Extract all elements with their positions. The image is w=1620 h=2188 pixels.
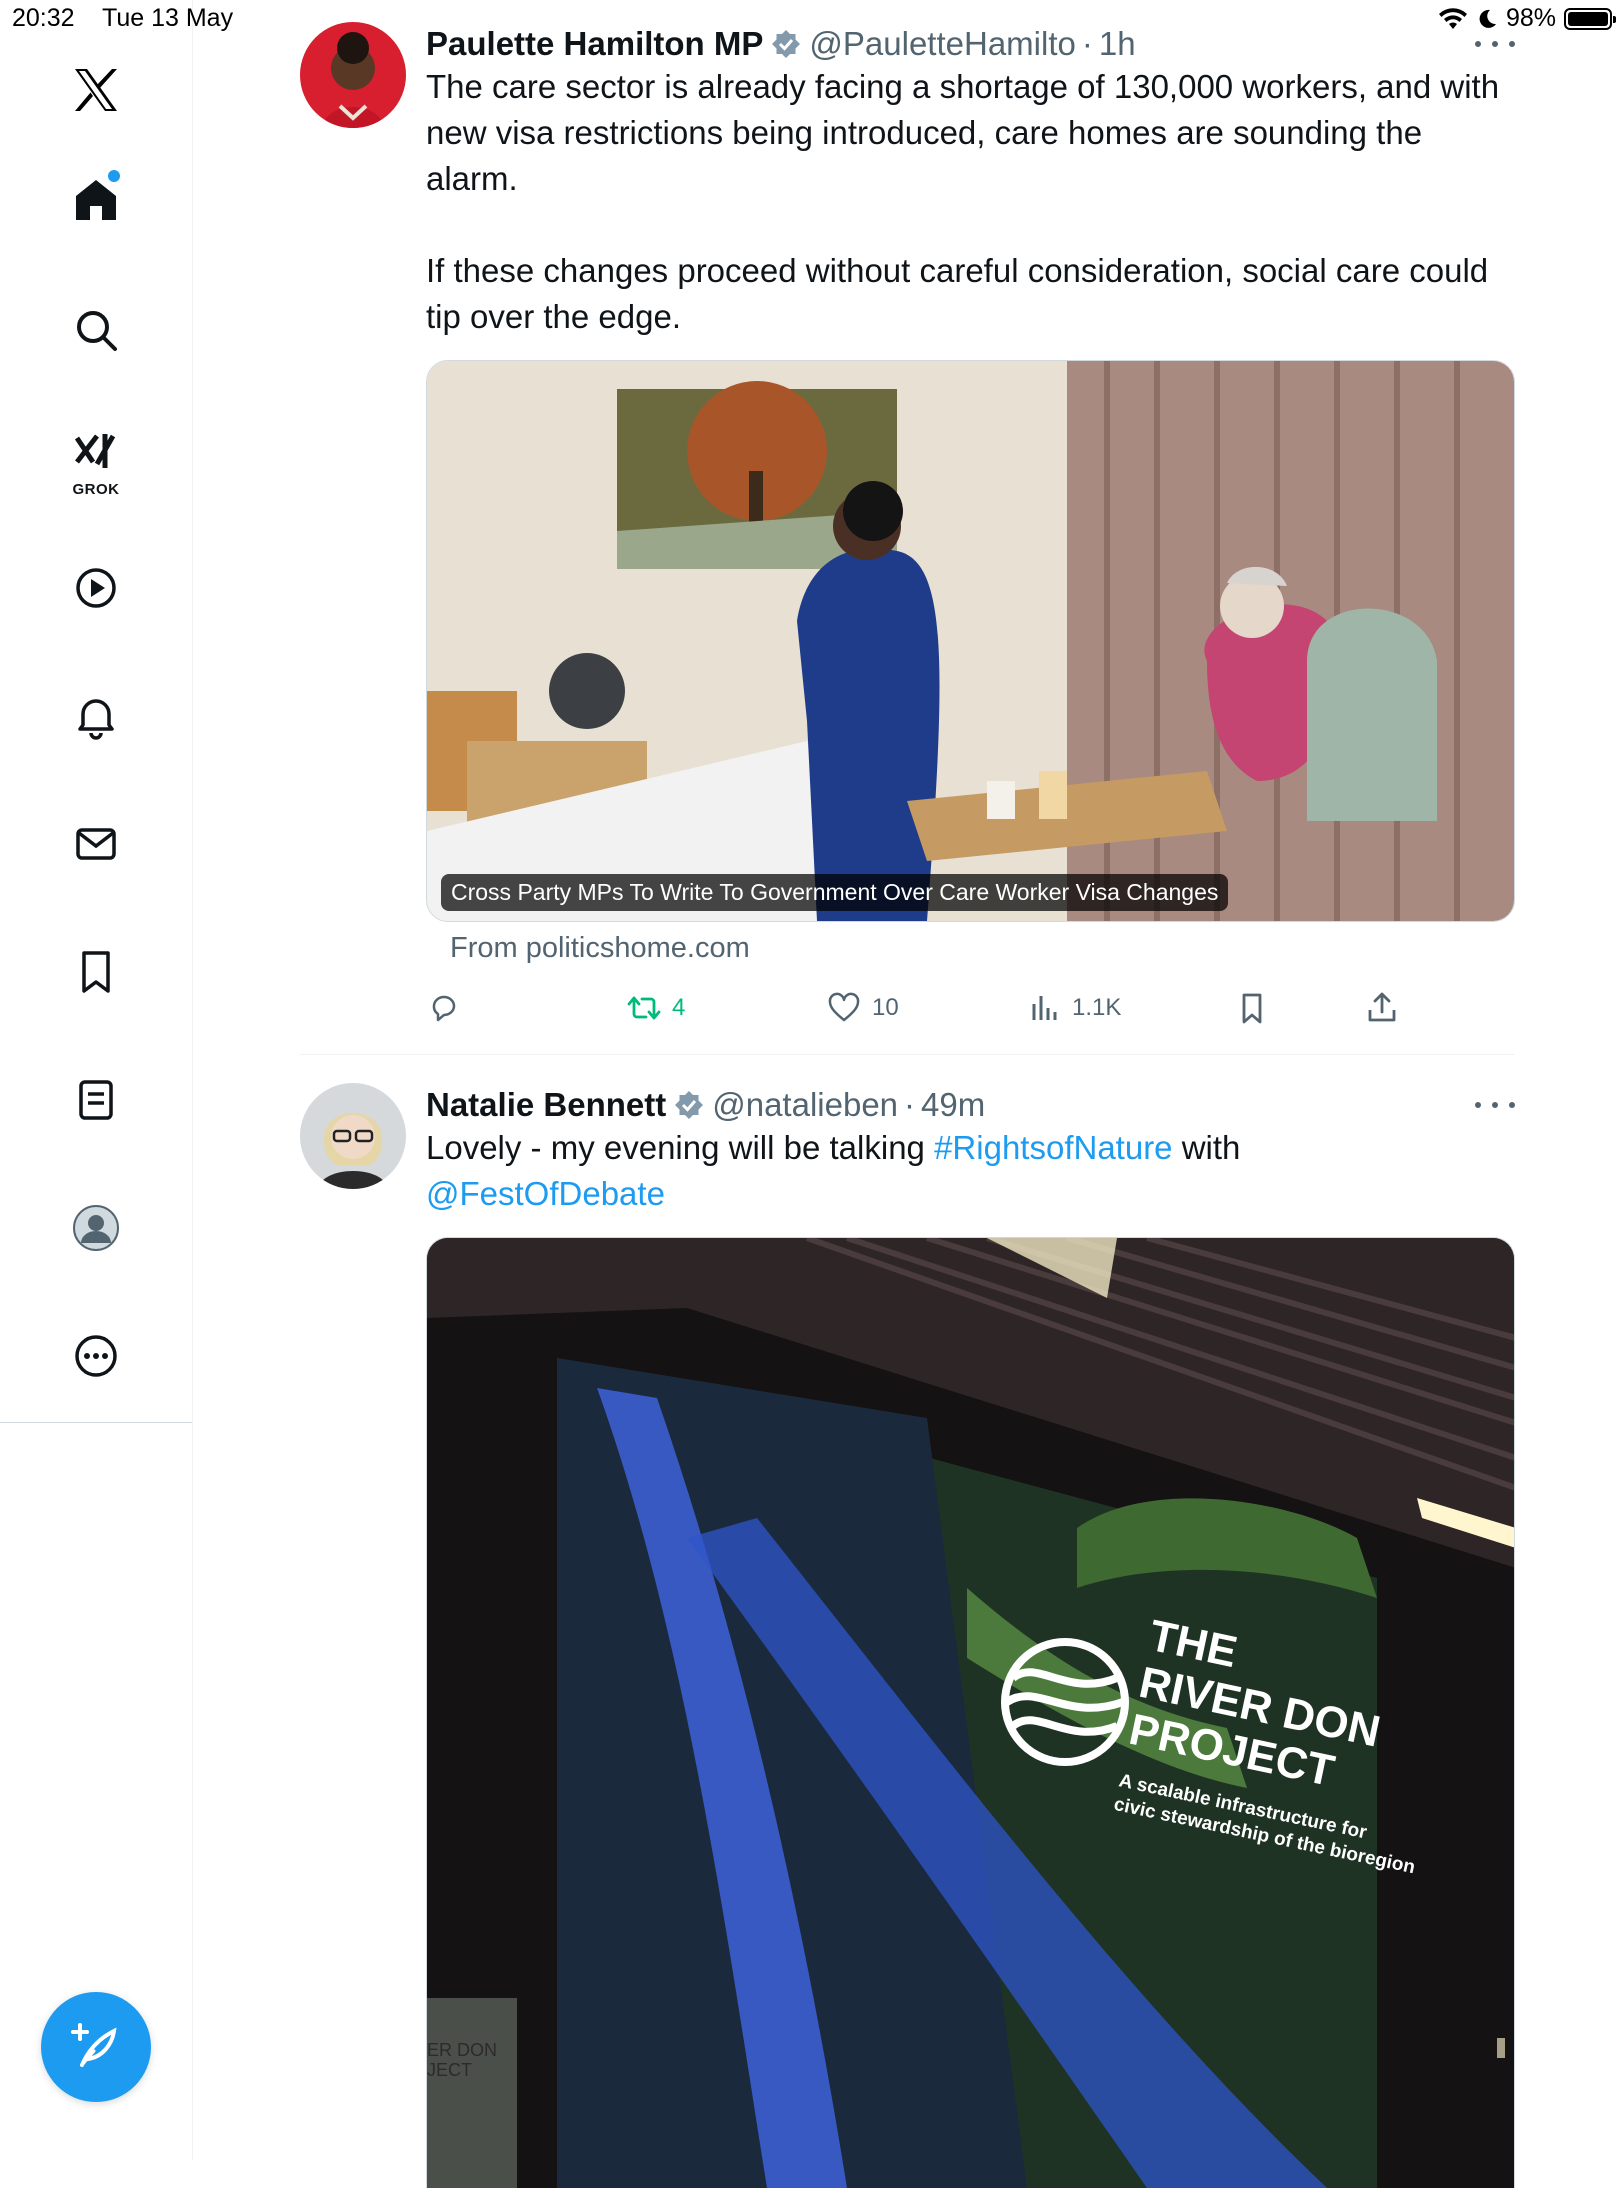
tweet-image[interactable]: THE RIVER DON PROJECT A scalable infrast… <box>426 1237 1515 2188</box>
more-dot <box>1475 41 1481 47</box>
author-handle[interactable]: @natalieben <box>712 1086 898 1124</box>
bookmark-icon <box>1242 993 1262 1024</box>
share-icon <box>1368 992 1396 1022</box>
battery-fill <box>1568 11 1608 26</box>
tweet-actions: 4 10 1.1K <box>426 984 1515 1032</box>
status-right: 98% <box>1438 4 1616 33</box>
like-count: 10 <box>872 994 899 1021</box>
retweet-icon <box>627 996 661 1020</box>
tweet[interactable]: Natalie Bennett @natalieben · 49m Lovely… <box>300 1083 1515 2188</box>
more-circle-icon <box>75 1335 117 1377</box>
battery-percent: 98% <box>1505 4 1556 32</box>
grok-label: GROK <box>72 481 120 498</box>
tweet-text: The care sector is already facing a shor… <box>426 68 1500 335</box>
banner-text-line1: ER DON <box>427 2040 497 2060</box>
list-icon <box>79 1080 113 1120</box>
more-dot <box>1509 41 1515 47</box>
sidebar-item-notifications[interactable] <box>56 676 136 756</box>
sidebar-item-videos[interactable] <box>56 548 136 628</box>
x-logo-icon <box>75 69 117 111</box>
analytics-icon <box>1032 996 1057 1020</box>
care-home-photo <box>427 361 1514 921</box>
more-dot <box>1475 1102 1481 1108</box>
link-card-caption: Cross Party MPs To Write To Government O… <box>441 874 1229 911</box>
sidebar-item-more[interactable] <box>56 1316 136 1396</box>
sidebar: GROK <box>0 0 193 1423</box>
bell-icon <box>78 699 114 740</box>
tweet-header: Natalie Bennett @natalieben · 49m <box>426 1083 1515 1127</box>
link-card-source[interactable]: From politicshome.com <box>450 932 750 965</box>
search-icon <box>77 311 117 351</box>
verified-badge-icon <box>675 1091 704 1119</box>
retweet-button[interactable]: 4 <box>626 984 685 1032</box>
home-icon <box>76 180 116 220</box>
tweet-divider <box>300 1054 1515 1055</box>
notification-dot <box>108 170 120 182</box>
author-avatar[interactable] <box>300 1083 406 1189</box>
feather-plus-icon <box>71 2023 117 2067</box>
status-time: 20:32 <box>12 4 75 32</box>
sidebar-item-search[interactable] <box>56 290 136 370</box>
profile-avatar-icon <box>73 1205 119 1251</box>
mention-link[interactable]: @FestOfDebate <box>426 1175 665 1212</box>
sidebar-item-bookmarks[interactable] <box>56 932 136 1012</box>
retweet-count: 4 <box>672 994 686 1021</box>
battery-icon <box>1564 7 1616 30</box>
more-dot <box>1509 1102 1515 1108</box>
sidebar-item-home[interactable] <box>56 160 136 240</box>
banner-text-line2: JECT <box>427 2060 472 2080</box>
sidebar-item-lists[interactable] <box>56 1060 136 1140</box>
like-button[interactable]: 10 <box>826 984 899 1032</box>
tweet[interactable]: Paulette Hamilton MP @PauletteHamilto · … <box>300 22 1515 1032</box>
compose-button[interactable] <box>41 1992 151 2102</box>
status-date: Tue 13 May <box>102 4 234 32</box>
hashtag-link[interactable]: #RightsofNature <box>934 1129 1172 1166</box>
play-circle-icon <box>76 568 116 608</box>
river-don-project-photo: THE RIVER DON PROJECT A scalable infrast… <box>427 1238 1514 2188</box>
more-dot <box>1492 1102 1498 1108</box>
more-dot <box>1492 41 1498 47</box>
view-count: 1.1K <box>1072 994 1122 1021</box>
reply-button[interactable] <box>426 984 472 1032</box>
moon-icon <box>1479 9 1496 28</box>
share-button[interactable] <box>1364 984 1400 1032</box>
sidebar-item-messages[interactable] <box>56 804 136 884</box>
link-card-image[interactable]: Cross Party MPs To Write To Government O… <box>426 360 1515 922</box>
views-button[interactable]: 1.1K <box>1026 984 1121 1032</box>
x-logo[interactable] <box>56 50 136 130</box>
mail-icon <box>76 828 116 860</box>
grok-icon <box>74 434 116 468</box>
reply-icon <box>432 995 456 1022</box>
bookmark-button[interactable] <box>1234 984 1270 1032</box>
avatar-image <box>300 1083 406 1189</box>
bookmark-icon <box>82 951 110 993</box>
tweet-more-button[interactable] <box>1475 1095 1515 1115</box>
tweet-text: Lovely - my evening will be talking #Rig… <box>426 1125 1515 1217</box>
author-name[interactable]: Natalie Bennett <box>426 1086 666 1124</box>
wifi-icon <box>1438 7 1467 29</box>
separator-dot: · <box>904 1086 916 1123</box>
tweet-timestamp[interactable]: 49m <box>921 1086 985 1124</box>
sidebar-item-profile[interactable] <box>56 1188 136 1268</box>
tweet-text-part: with <box>1172 1129 1241 1166</box>
sidebar-item-grok[interactable]: GROK <box>56 420 136 500</box>
tweet-text-part: Lovely - my evening will be talking <box>426 1129 935 1166</box>
status-bar: 20:32 Tue 13 May 98% <box>0 0 1620 40</box>
sidebar-rail <box>192 1422 193 2160</box>
heart-icon <box>828 992 860 1022</box>
